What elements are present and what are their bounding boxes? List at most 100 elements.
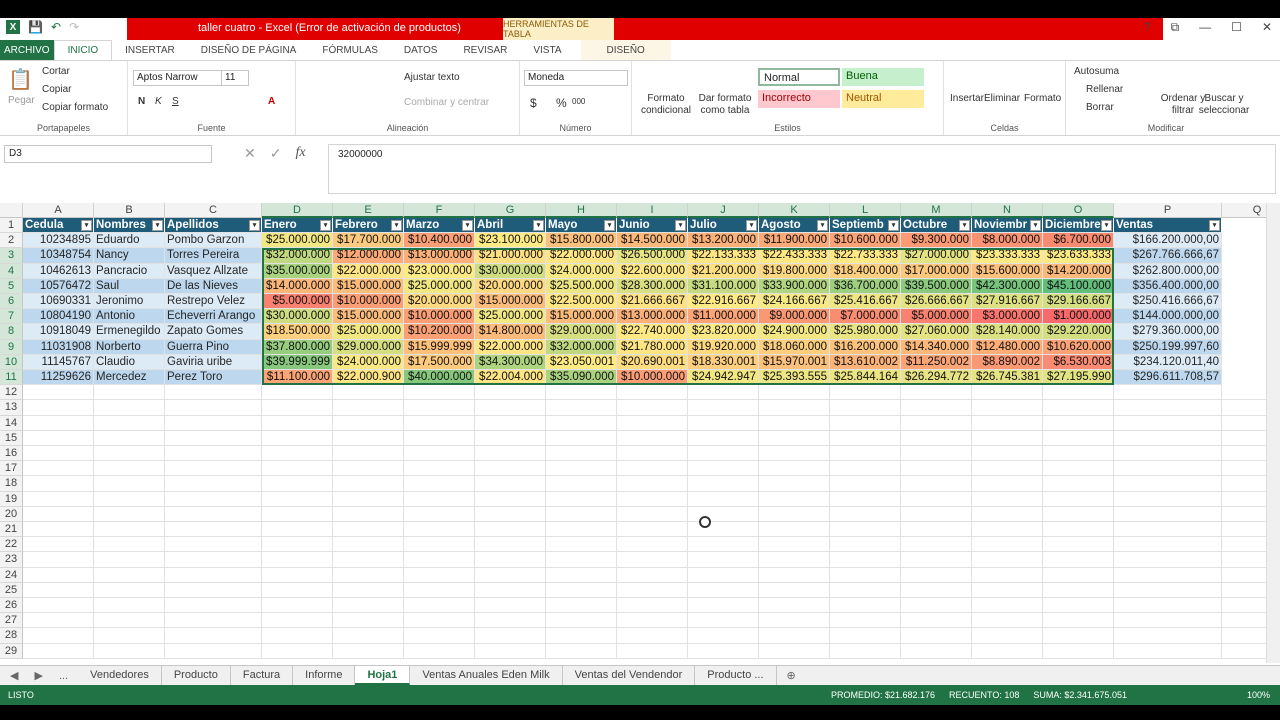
empty-cell[interactable]: [830, 430, 901, 446]
table-cell[interactable]: Jeronimo: [94, 294, 165, 310]
empty-cell[interactable]: [94, 461, 165, 477]
empty-cell[interactable]: [333, 385, 404, 401]
empty-cell[interactable]: [1043, 491, 1114, 507]
table-cell[interactable]: $267.766.666,67: [1114, 248, 1222, 264]
empty-cell[interactable]: [688, 613, 759, 629]
empty-cell[interactable]: [759, 400, 830, 416]
table-cell[interactable]: $20.000.000: [475, 278, 546, 294]
empty-cell[interactable]: [1043, 643, 1114, 659]
empty-cell[interactable]: [404, 476, 475, 492]
table-cell[interactable]: 10348754: [23, 248, 94, 264]
empty-cell[interactable]: [165, 476, 262, 492]
table-cell[interactable]: $17.700.000: [333, 233, 404, 249]
empty-cell[interactable]: [1222, 431, 1266, 446]
cut-button[interactable]: Cortar: [42, 66, 70, 77]
empty-cell[interactable]: [688, 598, 759, 614]
table-cell[interactable]: $18.330.001: [688, 354, 759, 370]
empty-cell[interactable]: [830, 400, 901, 416]
empty-cell[interactable]: [94, 430, 165, 446]
table-cell[interactable]: $16.200.000: [830, 339, 901, 355]
tab-file[interactable]: ARCHIVO: [0, 40, 54, 60]
empty-cell[interactable]: [1114, 400, 1222, 416]
empty-cell[interactable]: [165, 415, 262, 431]
empty-cell[interactable]: [404, 628, 475, 644]
empty-cell[interactable]: [688, 430, 759, 446]
empty-cell[interactable]: [759, 506, 830, 522]
insert-function-icon[interactable]: fx: [295, 145, 305, 162]
empty-cell[interactable]: [546, 582, 617, 598]
undo-icon[interactable]: ↶: [51, 20, 61, 34]
table-cell[interactable]: $20.690.001: [617, 354, 688, 370]
empty-cell[interactable]: [1043, 506, 1114, 522]
empty-cell[interactable]: [901, 552, 972, 568]
table-cell[interactable]: Guerra Pino: [165, 339, 262, 355]
filter-dropdown-icon[interactable]: ▾: [320, 220, 331, 231]
empty-cell[interactable]: [972, 522, 1043, 538]
empty-cell[interactable]: [1114, 491, 1222, 507]
table-cell[interactable]: $26.294.772: [901, 370, 972, 386]
table-header-cell[interactable]: Ventas ▾: [1114, 218, 1222, 234]
table-cell[interactable]: $250.416.666,67: [1114, 294, 1222, 310]
table-cell[interactable]: $6.530.003: [1043, 354, 1114, 370]
empty-cell[interactable]: [617, 461, 688, 477]
empty-cell[interactable]: [165, 643, 262, 659]
empty-cell[interactable]: [262, 385, 333, 401]
empty-cell[interactable]: [901, 598, 972, 614]
sheet-nav-next[interactable]: ▶: [28, 669, 48, 682]
row-header-26[interactable]: 26: [0, 598, 23, 614]
table-cell[interactable]: $29.000.000: [333, 339, 404, 355]
empty-cell[interactable]: [546, 385, 617, 401]
merge-center-button[interactable]: Combinar y centrar: [404, 97, 489, 108]
table-cell[interactable]: $30.000.000: [262, 309, 333, 325]
empty-cell[interactable]: [972, 613, 1043, 629]
table-cell[interactable]: $25.000.000: [404, 278, 475, 294]
empty-cell[interactable]: [1222, 476, 1266, 492]
empty-cell[interactable]: [972, 537, 1043, 553]
empty-cell[interactable]: [617, 552, 688, 568]
empty-cell[interactable]: [901, 476, 972, 492]
empty-cell[interactable]: [546, 552, 617, 568]
empty-cell[interactable]: [901, 415, 972, 431]
empty-cell[interactable]: [1114, 598, 1222, 614]
empty-cell[interactable]: [94, 522, 165, 538]
paste-button[interactable]: Pegar: [8, 95, 35, 106]
table-cell[interactable]: $35.090.000: [546, 370, 617, 386]
percent-button[interactable]: %: [556, 96, 567, 110]
table-cell[interactable]: $15.970.001: [759, 354, 830, 370]
empty-cell[interactable]: [759, 567, 830, 583]
table-header-cell[interactable]: Abril ▾: [475, 218, 546, 234]
table-cell[interactable]: $20.000.000: [404, 294, 475, 310]
empty-cell[interactable]: [262, 567, 333, 583]
empty-cell[interactable]: [262, 461, 333, 477]
empty-cell[interactable]: [333, 430, 404, 446]
empty-cell[interactable]: [404, 552, 475, 568]
empty-cell[interactable]: [759, 628, 830, 644]
empty-cell[interactable]: [475, 491, 546, 507]
empty-cell[interactable]: [688, 461, 759, 477]
empty-cell[interactable]: [901, 491, 972, 507]
row-header-20[interactable]: 20: [0, 506, 23, 522]
column-header-C[interactable]: C: [165, 203, 262, 218]
empty-cell[interactable]: [617, 628, 688, 644]
empty-cell[interactable]: [546, 613, 617, 629]
paste-icon[interactable]: 📋: [8, 67, 33, 92]
table-cell[interactable]: $11.100.000: [262, 370, 333, 386]
spreadsheet-grid[interactable]: A B C D E F G H I J K L M N O P Q 1 Cedula ▾ Nombres ▾ Apellid…: [0, 203, 1266, 663]
empty-cell[interactable]: [617, 582, 688, 598]
empty-cell[interactable]: [1043, 522, 1114, 538]
empty-cell[interactable]: [94, 598, 165, 614]
conditional-format-button[interactable]: Formato condicional: [638, 93, 694, 117]
empty-cell[interactable]: [404, 506, 475, 522]
table-cell[interactable]: $22.004.000: [475, 370, 546, 386]
empty-cell[interactable]: [475, 567, 546, 583]
empty-cell[interactable]: [1222, 552, 1266, 568]
table-cell[interactable]: $21.666.667: [617, 294, 688, 310]
table-cell[interactable]: $11.900.000: [759, 233, 830, 249]
column-header-E[interactable]: E: [333, 203, 404, 218]
empty-cell[interactable]: [165, 400, 262, 416]
empty-cell[interactable]: [23, 506, 94, 522]
empty-cell[interactable]: [23, 491, 94, 507]
row-header-28[interactable]: 28: [0, 628, 23, 644]
empty-cell[interactable]: [972, 598, 1043, 614]
table-cell[interactable]: 11031908: [23, 339, 94, 355]
